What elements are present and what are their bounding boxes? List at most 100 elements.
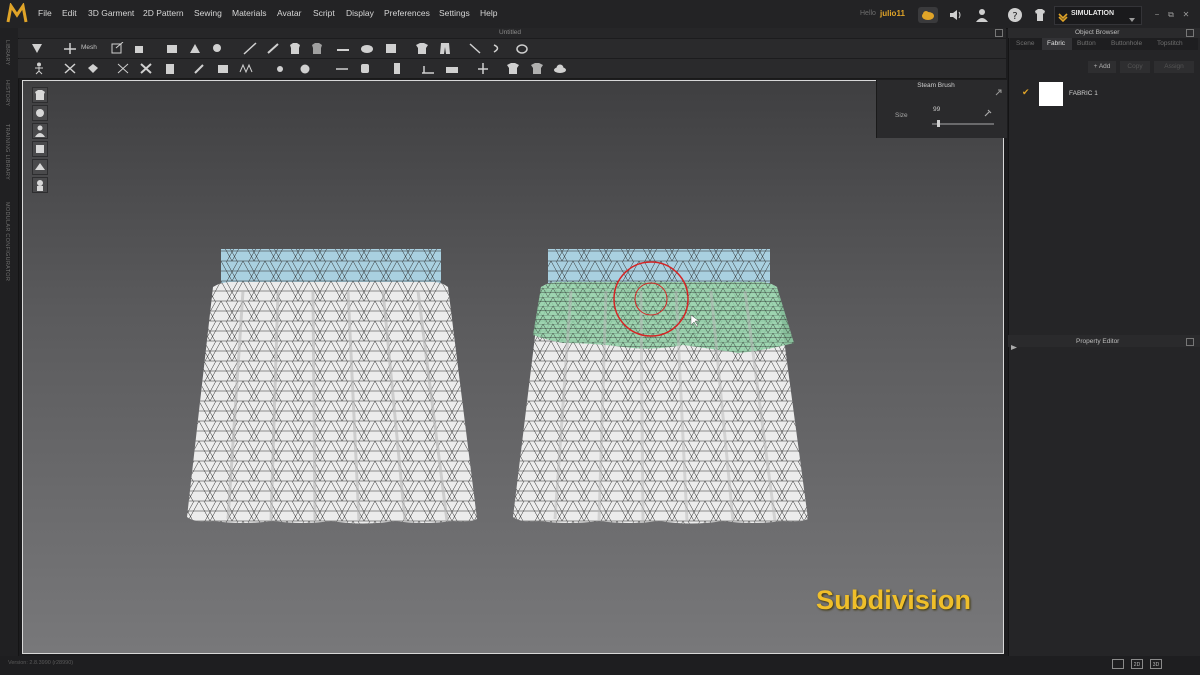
view-split-button[interactable] [1112,659,1124,669]
property-editor-title: Property Editor [1076,338,1120,345]
fabric-brush-icon[interactable] [193,62,207,75]
tab-modular-configurator[interactable]: MODULAR CONFIGURATOR [4,202,10,281]
arrangement-point-icon[interactable] [63,62,77,75]
tab-library[interactable]: LIBRARY [4,40,10,66]
user-greeting: Hello [860,10,876,17]
shirt-layer-icon[interactable] [530,62,544,75]
arrow-right-icon[interactable] [1010,338,1018,350]
menu-materials[interactable]: Materials [232,8,266,18]
menu-preferences[interactable]: Preferences [384,8,430,18]
menu-script[interactable]: Script [313,8,335,18]
tab-scene[interactable]: Scene [1016,40,1034,47]
view-3d-button[interactable]: 3D [1150,659,1162,669]
buttonhole-icon[interactable] [298,62,312,75]
menu-avatar[interactable]: Avatar [277,8,301,18]
select-mesh-icon[interactable] [116,62,130,75]
transform-icon[interactable] [132,42,146,55]
check-icon: ✔ [1022,87,1030,97]
fabric-length-icon[interactable] [421,62,435,75]
help-icon[interactable]: ? [1007,7,1023,23]
align-icon[interactable] [476,62,490,75]
tab-topstitch[interactable]: Topstitch [1157,40,1183,47]
left-side-strip [0,28,19,660]
zipper-icon[interactable] [491,42,505,55]
garment-layer-icon[interactable] [310,42,324,55]
panel-collapse-icon[interactable] [995,83,1002,96]
fabric-width-icon[interactable] [445,62,459,75]
document-title: Untitled [498,29,522,36]
view-2d-button[interactable]: 2D [1131,659,1143,669]
add-point-icon[interactable] [63,42,77,55]
user-name[interactable]: julio11 [880,9,905,18]
brush-size-label: Size [895,112,908,119]
strengthen-icon[interactable] [336,42,350,55]
edit-mesh-icon[interactable] [110,41,124,55]
pattern-icon[interactable] [163,62,177,75]
detach-icon[interactable] [995,29,1003,37]
menu-display[interactable]: Display [346,8,374,18]
menu-settings[interactable]: Settings [439,8,470,18]
menu-help[interactable]: Help [480,8,497,18]
chevron-down-icon[interactable] [1128,11,1136,22]
tape-icon[interactable] [243,42,257,55]
brush-size-slider-thumb[interactable] [937,120,941,127]
tab-history[interactable]: HISTORY [4,80,10,106]
shrink-icon[interactable] [360,42,374,55]
tab-fabric[interactable]: Fabric [1047,40,1065,47]
detach-icon[interactable] [1186,338,1194,346]
brush-size-value[interactable]: 99 [933,106,940,113]
wrench-icon[interactable] [984,104,992,117]
fold-3d-icon[interactable] [188,42,202,55]
select-move-icon[interactable] [30,42,44,55]
pin-icon[interactable] [210,42,224,55]
menu-2d-pattern[interactable]: 2D Pattern [143,8,184,18]
restore-button[interactable]: ⧉ [1166,10,1176,20]
shirt-fold-icon[interactable] [506,62,520,75]
fabric-pleat-icon[interactable] [239,62,253,75]
tab-buttonhole[interactable]: Buttonhole [1111,40,1142,47]
detach-icon[interactable] [1186,29,1194,37]
assign-fabric-button[interactable]: Assign [1154,61,1194,73]
cloud-sync-icon[interactable] [918,7,938,23]
hat-icon[interactable] [553,62,567,75]
3d-viewport[interactable] [22,80,1004,654]
garment-scene [187,249,808,524]
topstitch-icon[interactable] [335,62,349,75]
arrangement-bone-icon[interactable] [86,62,100,75]
avatar-pose-icon[interactable] [32,62,46,75]
add-fabric-button[interactable]: + Add [1088,61,1116,73]
pants-icon[interactable] [438,42,452,55]
user-profile-icon[interactable] [974,7,990,23]
menu-sewing[interactable]: Sewing [194,8,222,18]
status-bar [0,656,1200,675]
close-button[interactable]: ✕ [1181,10,1191,20]
tab-training-library[interactable]: TRAINING LIBRARY [4,124,10,180]
skirt-right[interactable] [513,249,808,524]
shirt-icon[interactable] [415,42,429,55]
measure-icon[interactable] [266,42,280,55]
fabric-swatch[interactable] [1039,82,1063,106]
fabric-trim-icon[interactable] [216,62,230,75]
skirt-left[interactable] [187,249,477,524]
avatar-measure-icon[interactable] [390,62,404,75]
fabric-item-name[interactable]: FABRIC 1 [1069,90,1098,97]
garment-fit-icon[interactable] [288,42,302,55]
puckering-icon[interactable] [515,42,529,55]
brush-size-slider[interactable] [932,123,994,125]
menu-3d-garment[interactable]: 3D Garment [88,8,134,18]
copy-fabric-button[interactable]: Copy [1120,61,1150,73]
video-caption: Subdivision [816,585,972,615]
menu-file[interactable]: File [38,8,52,18]
steam-brush-title: Steam Brush [917,82,955,89]
sewing-icon[interactable] [468,42,482,55]
tab-button[interactable]: Button [1077,40,1096,47]
button-tool-icon[interactable] [273,62,287,75]
fold-arrange-icon[interactable] [165,42,179,55]
minimize-button[interactable]: − [1152,10,1162,20]
flatten-icon[interactable] [384,42,398,55]
speaker-icon[interactable] [948,7,964,23]
cut-icon[interactable] [139,62,153,75]
graphic-icon[interactable] [358,62,372,75]
menu-edit[interactable]: Edit [62,8,77,18]
garment-settings-icon[interactable] [1032,7,1048,23]
